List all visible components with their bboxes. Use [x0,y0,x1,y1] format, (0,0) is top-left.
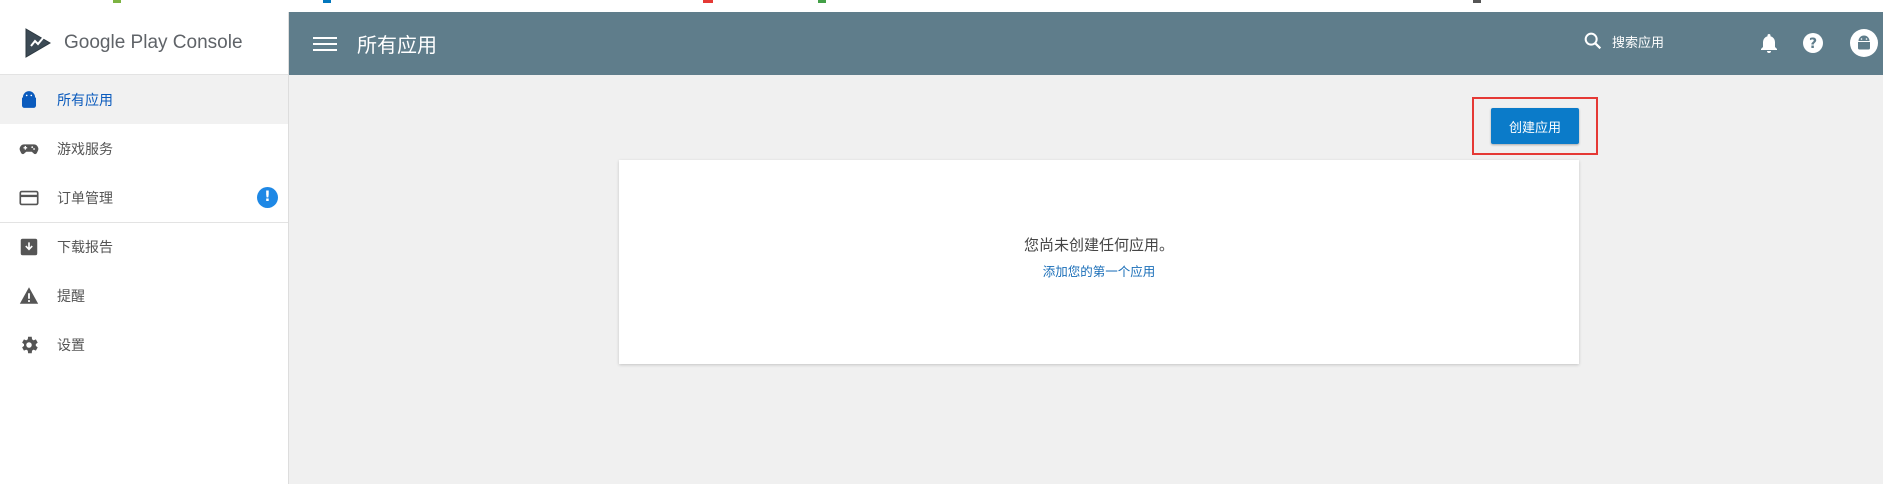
android-icon [18,89,40,111]
top-app-bar: 所有应用 搜索应用 ? [289,12,1883,75]
sidebar-item-label: 所有应用 [57,92,113,109]
sidebar-item-label: 提醒 [57,288,85,305]
sidebar-nav: 所有应用 游戏服务 订单管理 ! 下载报告 提醒 设置 [0,75,288,369]
sidebar-item-label: 订单管理 [57,190,113,207]
sidebar-item-all-apps[interactable]: 所有应用 [0,75,288,124]
svg-text:?: ? [1809,36,1817,52]
hamburger-menu-icon[interactable] [313,32,337,56]
sidebar-item-orders[interactable]: 订单管理 ! [0,173,288,222]
sidebar-item-settings[interactable]: 设置 [0,320,288,369]
sidebar-item-label: 游戏服务 [57,141,113,158]
search-apps-button[interactable]: 搜索应用 [1582,30,1664,52]
add-first-app-link[interactable]: 添加您的第一个应用 [1043,261,1156,280]
empty-state-message: 您尚未创建任何应用。 [1023,236,1174,254]
brand-name: Google Play Console [64,32,243,53]
sidebar-item-label: 设置 [57,337,85,354]
account-avatar-icon[interactable] [1850,29,1878,57]
sidebar: Google Play Console 所有应用 游戏服务 订单管理 ! 下载报… [0,12,289,484]
sidebar-item-game-services[interactable]: 游戏服务 [0,124,288,173]
bell-icon[interactable] [1757,31,1781,55]
search-label: 搜索应用 [1612,35,1665,51]
download-box-icon [18,236,40,258]
gamepad-icon [18,138,40,160]
browser-bookmark-strip [0,0,1883,12]
empty-state-card: 您尚未创建任何应用。 添加您的第一个应用 [619,160,1579,364]
search-icon [1584,32,1602,50]
sidebar-item-alerts[interactable]: 提醒 [0,271,288,320]
credit-card-icon [18,187,40,209]
help-icon[interactable]: ? [1801,31,1825,55]
brand-header[interactable]: Google Play Console [0,12,288,75]
create-app-button[interactable]: 创建应用 [1491,108,1579,144]
gear-icon [18,334,40,356]
sidebar-item-label: 下载报告 [57,240,113,256]
play-console-logo-icon [25,28,51,58]
sidebar-item-download-reports[interactable]: 下载报告 [0,222,288,271]
page-title: 所有应用 [357,33,437,57]
warning-icon [18,285,40,307]
alert-badge-icon: ! [257,187,278,208]
